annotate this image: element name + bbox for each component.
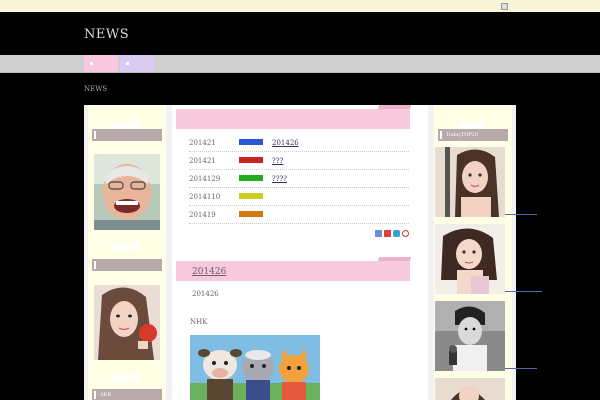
- tape-decoration: [111, 374, 141, 383]
- news-list-header: [176, 109, 410, 129]
- main-column: 201421 201426 201421 ??? 2014129 ???? 20…: [172, 105, 428, 400]
- widget-title-akb[interactable]: AKB: [92, 389, 162, 400]
- news-row[interactable]: 2014129 ????: [189, 170, 409, 188]
- category-badge: [239, 175, 263, 181]
- news-date: 201421: [189, 157, 216, 165]
- nav-tab-1[interactable]: [84, 55, 118, 72]
- broken-image-icon: [126, 62, 129, 65]
- divider-line: [505, 368, 537, 369]
- news-row[interactable]: 201419: [189, 206, 409, 224]
- widget-title-2: [92, 259, 162, 271]
- article-source: NHK: [190, 318, 208, 326]
- divider-line: [505, 291, 542, 292]
- ranking-photo-4[interactable]: [435, 378, 505, 400]
- news-link[interactable]: ???: [272, 157, 298, 165]
- article-image[interactable]: [190, 335, 320, 400]
- news-link[interactable]: ????: [272, 175, 298, 183]
- news-date: 2014110: [189, 193, 221, 201]
- ranking-title: TodayTOP20: [438, 129, 508, 141]
- ranking-photo-1[interactable]: [435, 147, 505, 217]
- share-icon[interactable]: [402, 230, 409, 237]
- bookmark-icon[interactable]: [375, 230, 382, 237]
- broken-image-icon: [501, 3, 508, 10]
- nav-tab-2[interactable]: [120, 55, 154, 72]
- category-badge: [239, 211, 263, 217]
- page-content: AKB 201421 201426 201421 ??? 2014129 ???…: [84, 105, 516, 400]
- article-title[interactable]: 201426: [192, 267, 226, 277]
- news-date: 201419: [189, 211, 216, 219]
- tape-decoration: [111, 242, 141, 251]
- article-header: 201426: [176, 261, 410, 281]
- category-badge: [239, 193, 263, 199]
- news-link[interactable]: 201426: [272, 139, 299, 147]
- news-row[interactable]: 201421 ???: [189, 152, 409, 170]
- news-row[interactable]: 201421 201426: [189, 134, 409, 152]
- article-date: 201426: [192, 290, 219, 298]
- site-title[interactable]: NEWS: [84, 27, 129, 42]
- divider-line: [505, 214, 537, 215]
- left-sidebar: AKB: [88, 105, 166, 400]
- news-date: 201421: [189, 139, 216, 147]
- hatena-icon[interactable]: [384, 230, 391, 237]
- ranking-photo-2[interactable]: [435, 224, 505, 294]
- news-date: 2014129: [189, 175, 221, 183]
- top-bar: [0, 0, 600, 12]
- profile-photo-1[interactable]: [94, 154, 160, 230]
- news-row[interactable]: 2014110: [189, 188, 409, 206]
- nav-bar: [0, 55, 600, 73]
- category-badge: [239, 139, 263, 145]
- ranking-photo-3[interactable]: [435, 301, 505, 371]
- broken-image-icon: [90, 62, 93, 65]
- breadcrumb[interactable]: NEWS: [84, 85, 107, 93]
- right-sidebar: TodayTOP20: [434, 105, 512, 400]
- delicious-icon[interactable]: [393, 230, 400, 237]
- category-badge: [239, 157, 263, 163]
- profile-photo-2[interactable]: [94, 285, 160, 360]
- widget-title-1: [92, 129, 162, 141]
